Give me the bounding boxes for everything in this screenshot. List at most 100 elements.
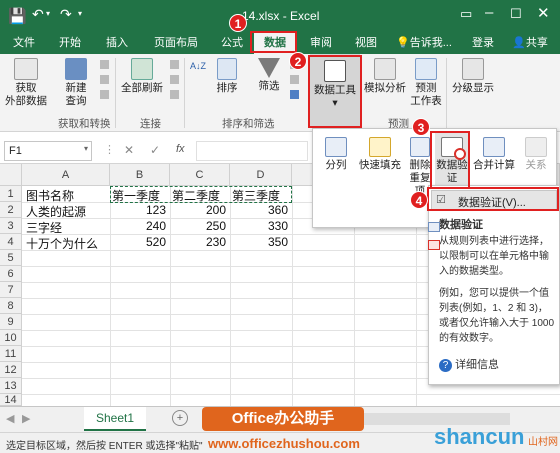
more-info-link[interactable]: ? 详细信息	[439, 356, 499, 372]
login-link[interactable]: 登录	[466, 32, 500, 54]
connection-mini-icons	[170, 60, 180, 110]
tooltip-description: 从规则列表中进行选择，以限制可以在单元格中输入的数据类型。	[439, 236, 549, 277]
sheet-tab-sheet1[interactable]: Sheet1	[84, 407, 146, 431]
undo-dropdown-icon[interactable]: ▾	[46, 9, 50, 18]
forecast-sheet-button[interactable]: 预测 工作表	[408, 58, 444, 108]
row-header[interactable]: 10	[0, 330, 22, 346]
ribbon: 获取 外部数据 新建 查询 全部刷新 A↓Z 排序 筛选 数据工具 ▾ 模拟分析…	[0, 54, 560, 132]
enter-icon[interactable]: ✓	[150, 143, 160, 157]
outline-icon	[462, 58, 484, 80]
sheet-nav-right-icon[interactable]: ▶	[22, 412, 30, 425]
cell-d3[interactable]: 330	[232, 219, 288, 233]
cancel-icon[interactable]: ✕	[124, 143, 134, 157]
what-if-icon	[374, 58, 396, 80]
sort-ascending-button[interactable]: A↓Z	[188, 60, 208, 73]
tab-formulas[interactable]: 公式	[214, 32, 250, 54]
cell-c3[interactable]: 250	[172, 219, 226, 233]
cell-a3[interactable]: 三字经	[26, 219, 110, 236]
share-button[interactable]: 👤共享	[504, 32, 556, 54]
sheet-nav-left-icon[interactable]: ◀	[6, 412, 14, 425]
table-query-icon	[65, 58, 87, 80]
formula-input[interactable]	[196, 141, 308, 161]
customize-qat-icon[interactable]: ▾	[78, 9, 82, 18]
column-header-c[interactable]: C	[170, 164, 230, 186]
data-validation-submenu: ☑ 数据验证(V)... 数据验证 从规则列表中进行选择，以限制可以在单元格中输…	[428, 185, 560, 385]
consolidate-button[interactable]: 合并计算	[471, 137, 517, 172]
cell-a1[interactable]: 图书名称	[26, 187, 110, 204]
watermark-site: shancun	[434, 424, 525, 449]
cell-b2[interactable]: 123	[112, 203, 166, 217]
refresh-all-button[interactable]: 全部刷新	[118, 58, 166, 95]
name-box-dropdown-icon[interactable]: ▾	[84, 144, 88, 153]
row-header[interactable]: 9	[0, 314, 22, 330]
cell-a2[interactable]: 人类的起源	[26, 203, 110, 220]
clear-circles-icon[interactable]	[428, 240, 440, 250]
select-all-corner[interactable]	[0, 164, 22, 186]
add-sheet-icon[interactable]: +	[172, 410, 188, 426]
filter-icon	[258, 58, 280, 78]
name-box[interactable]: F1	[4, 141, 92, 161]
undo-icon[interactable]: ↶	[32, 6, 44, 23]
row-header[interactable]: 8	[0, 298, 22, 314]
row-header[interactable]: 7	[0, 282, 22, 298]
title-bar: 💾 ↶ ▾ ↷ ▾ 14.xlsx - Excel ▭ – ☐ ✕	[0, 0, 560, 32]
tooltip-title: 数据验证	[439, 219, 483, 231]
step-badge-1: 1	[229, 14, 247, 32]
ribbon-display-icon[interactable]: ▭	[460, 6, 472, 22]
cell-b4[interactable]: 520	[112, 235, 166, 249]
row-header[interactable]: 1	[0, 186, 22, 202]
row-header[interactable]: 6	[0, 266, 22, 282]
close-icon[interactable]: ✕	[537, 4, 550, 22]
cell-a4[interactable]: 十万个为什么	[26, 235, 110, 252]
text-to-columns-button[interactable]: 分列	[317, 137, 355, 172]
flash-fill-button[interactable]: 快速填充	[357, 137, 403, 172]
tab-view[interactable]: 视图	[348, 32, 384, 54]
filter-button[interactable]: 筛选	[252, 58, 286, 93]
tab-review[interactable]: 审阅	[303, 32, 339, 54]
tab-insert[interactable]: 插入	[99, 32, 135, 54]
tab-file[interactable]: 文件	[6, 32, 42, 54]
cell-b1[interactable]: 第一季度	[112, 187, 170, 204]
outline-button[interactable]: 分级显示	[448, 58, 498, 95]
cell-c1[interactable]: 第二季度	[172, 187, 230, 204]
row-header[interactable]: 12	[0, 362, 22, 378]
row-header[interactable]: 2	[0, 202, 22, 218]
cell-c4[interactable]: 230	[172, 235, 226, 249]
tooltip-example: 例如，您可以提供一个值列表(例如，1、2 和 3)，或者仅允许输入大于 1000…	[439, 288, 555, 344]
row-header[interactable]: 3	[0, 218, 22, 234]
highlight-validation-item	[427, 187, 559, 211]
highlight-data-tools	[308, 55, 362, 128]
row-header[interactable]: 14	[0, 394, 22, 406]
flash-fill-icon	[369, 137, 391, 157]
redo-icon[interactable]: ↷	[60, 6, 72, 23]
column-header-b[interactable]: B	[110, 164, 170, 186]
status-text: 选定目标区域，然后按 ENTER 或选择"粘贴"	[6, 441, 203, 452]
insert-function-icon[interactable]: fx	[176, 143, 185, 155]
row-header[interactable]: 13	[0, 378, 22, 394]
new-query-button[interactable]: 新建 查询	[56, 58, 96, 108]
save-icon[interactable]: 💾	[8, 7, 27, 25]
group-label-connections: 连接	[140, 118, 161, 130]
cell-d1[interactable]: 第三季度	[232, 187, 292, 204]
cell-d4[interactable]: 350	[232, 235, 288, 249]
minimize-icon[interactable]: –	[485, 4, 493, 21]
column-header-a[interactable]: A	[22, 164, 110, 186]
row-header[interactable]: 5	[0, 250, 22, 266]
row-header[interactable]: 11	[0, 346, 22, 362]
cell-c2[interactable]: 200	[172, 203, 226, 217]
get-external-data-button[interactable]: 获取 外部数据	[4, 58, 48, 108]
watermark-site-sub: 山村网	[528, 437, 558, 448]
column-header-d[interactable]: D	[230, 164, 292, 186]
sort-button[interactable]: 排序	[212, 58, 242, 95]
tab-page-layout[interactable]: 页面布局	[146, 32, 206, 54]
circle-invalid-icon[interactable]	[428, 222, 440, 232]
cell-d2[interactable]: 360	[232, 203, 288, 217]
relationships-button[interactable]: 关系	[519, 137, 553, 172]
tell-me-box[interactable]: 💡告诉我...	[396, 32, 460, 54]
cell-b3[interactable]: 240	[112, 219, 166, 233]
row-header[interactable]: 4	[0, 234, 22, 250]
text-to-columns-icon	[325, 137, 347, 157]
tab-home[interactable]: 开始	[52, 32, 88, 54]
what-if-analysis-button[interactable]: 模拟分析	[363, 58, 407, 95]
maximize-icon[interactable]: ☐	[510, 6, 522, 22]
